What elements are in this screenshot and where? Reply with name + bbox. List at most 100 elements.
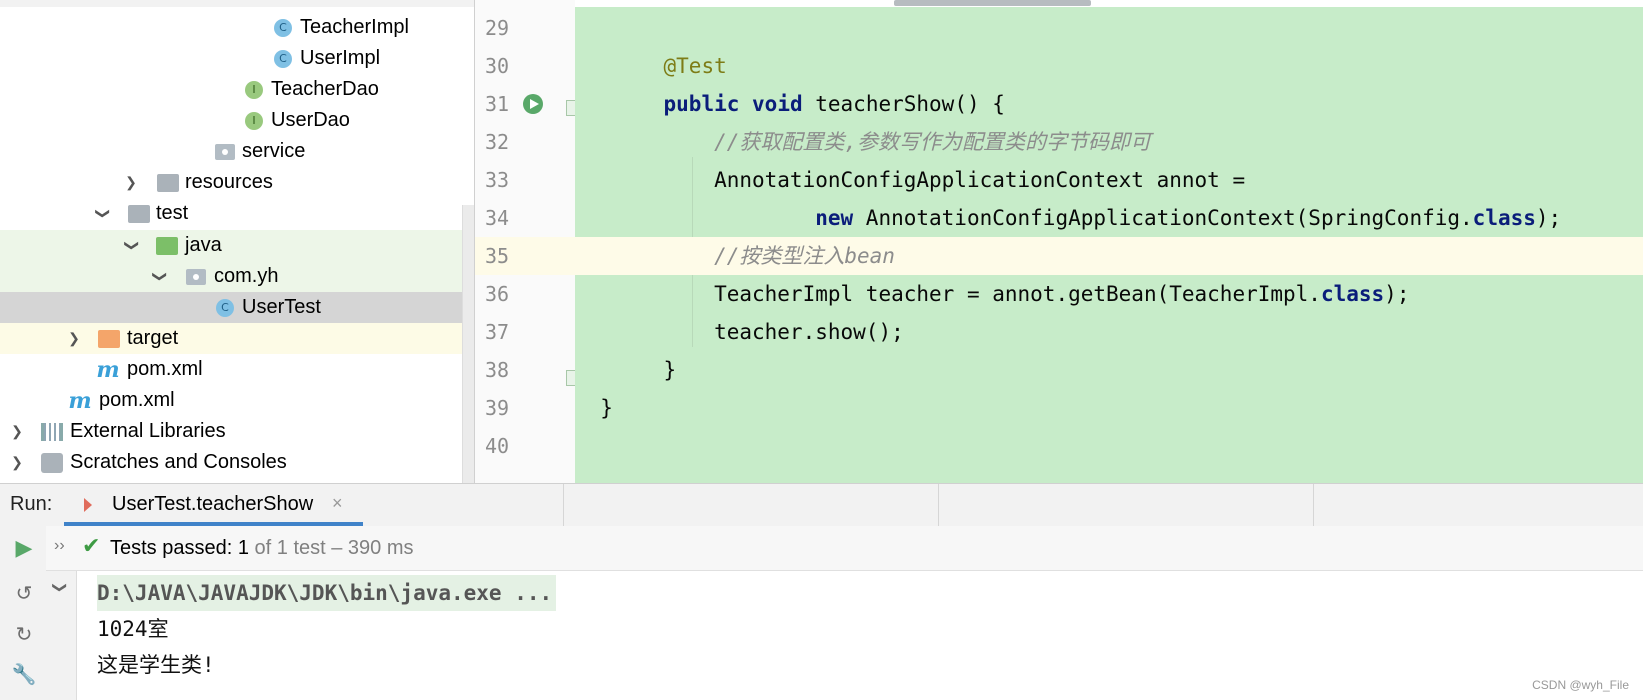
tree-item-userimpl[interactable]: C UserImpl [0,43,462,74]
keyword-token: void [752,92,803,116]
tree-item-teacherdao[interactable]: I TeacherDao [0,74,462,105]
package-icon [186,268,206,285]
settings-wrench-icon[interactable]: 🔧 [12,662,37,686]
scratches-icon [41,452,63,473]
code-token: TeacherImpl teacher = annot.getBean(Teac… [714,282,1321,306]
test-status-bar: ›› ✔ Tests passed: 1 of 1 test – 390 ms [46,526,1643,571]
console-output[interactable]: D:\JAVA\JAVAJDK\JDK\bin\java.exe ... 102… [77,571,1643,700]
folder-icon [128,204,150,223]
close-icon[interactable]: × [332,493,343,514]
libraries-icon [41,422,63,441]
tree-item-test[interactable]: ❯ test [0,198,462,229]
line-number: 39 [485,396,510,420]
code-line-33: AnnotationConfigApplicationContext annot… [575,161,1643,199]
tree-item-label: service [242,140,306,162]
chevron-right-icon[interactable]: ❯ [10,454,24,471]
chevron-right-icon[interactable]: ❯ [124,174,138,191]
chevron-down-icon[interactable]: ❯ [51,582,68,594]
line-number: 32 [485,130,510,154]
run-test-icon[interactable] [523,94,543,114]
tests-passed-label: Tests passed: 1 [110,537,249,559]
tree-item-label: pom.xml [127,358,203,380]
comment-token: //获取配置类,参数写作为配置类的字节码即可 [714,130,1152,154]
chevron-down-icon[interactable]: ❯ [124,239,141,253]
tree-item-label: Scratches and Consoles [70,451,287,473]
tree-item-label: TeacherImpl [300,16,409,38]
console-output-line: 1024室 [97,617,169,641]
tree-item-label: com.yh [214,265,279,287]
comment-token: //按类型注入bean [714,244,895,268]
console-output-line: 这是学生类! [97,653,215,677]
tree-item-label: UserTest [242,296,321,318]
tree-item-label: External Libraries [70,420,226,442]
editor-gutter[interactable]: 29 30 31 32 33 34 35 36 37 38 39 40 [475,0,575,483]
test-status-text: Tests passed: 1 of 1 test – 390 ms [110,537,414,560]
code-token: ); [1384,282,1410,306]
code-line-34: new AnnotationConfigApplicationContext(S… [575,199,1643,237]
tree-item-external-libraries[interactable]: ❯ External Libraries [0,416,462,447]
code-line-31: public void teacherShow() { [575,85,1643,123]
test-tree-collapsed: ❯ [46,571,77,700]
tree-item-java[interactable]: ❯ java [0,230,462,261]
line-number: 37 [485,320,510,344]
code-editor[interactable]: @Test public void teacherShow() { //获取配置… [575,7,1643,483]
tree-item-service[interactable]: service [0,136,462,167]
line-number: 33 [485,168,510,192]
rerun-failed-icon[interactable]: ↺ [12,581,36,605]
line-number: 38 [485,358,510,382]
chevron-right-icon[interactable]: ❯ [67,330,81,347]
code-line-37: teacher.show(); [575,313,1643,351]
tree-item-userdao[interactable]: I UserDao [0,105,462,136]
code-line-30: @Test [575,47,1643,85]
tree-item-pom-root[interactable]: m pom.xml [0,385,462,416]
watermark: CSDN @wyh_File [1532,678,1629,692]
tab-separator [563,484,564,526]
tree-item-teacherimpl[interactable]: C TeacherImpl [0,12,462,43]
tree-item-label: UserDao [271,109,350,131]
code-token: } [663,358,677,382]
excluded-folder-icon [98,329,120,348]
tree-item-target[interactable]: ❯ target [0,323,462,354]
test-run-icon [84,498,92,512]
code-line-36: TeacherImpl teacher = annot.getBean(Teac… [575,275,1643,313]
tree-item-pom-module[interactable]: m pom.xml [0,354,462,385]
chevron-down-icon[interactable]: ❯ [152,270,169,284]
tab-separator [938,484,939,526]
code-line-38: } [575,351,1643,389]
test-class-icon: C [216,298,234,317]
code-line-39: } [575,389,1643,427]
code-token: AnnotationConfigApplicationContext annot… [714,168,1246,192]
horizontal-scroll-thumb[interactable] [894,0,1091,6]
test-source-folder-icon [156,236,178,255]
line-number-current: 35 [475,237,575,275]
tree-item-usertest[interactable]: C UserTest [0,292,462,323]
keyword-token: public [663,92,740,116]
console-command-line[interactable]: D:\JAVA\JAVAJDK\JDK\bin\java.exe ... [97,575,557,611]
chevron-right-icon[interactable]: ❯ [10,423,24,440]
interface-icon: I [245,111,263,130]
code-token: } [600,396,613,420]
class-icon: C [274,49,292,68]
code-token: AnnotationConfigApplicationContext(Sprin… [853,206,1473,230]
line-number: 30 [485,54,510,78]
tab-label: UserTest.teacherShow [112,493,314,515]
keyword-token: class [1320,282,1385,306]
rerun-icon[interactable]: ▶ [12,536,36,561]
expand-icon[interactable]: ›› [54,537,65,555]
code-token: teacher.show(); [714,320,904,344]
package-icon [215,143,235,160]
maven-icon: m [96,356,120,383]
line-number: 34 [485,206,510,230]
run-label: Run: [10,493,53,515]
run-toolbar: ▶ ↺ ↻ 🔧 [0,526,47,700]
chevron-down-icon[interactable]: ❯ [95,207,112,221]
tree-item-resources[interactable]: ❯ resources [0,167,462,198]
line-number: 40 [485,434,510,458]
code-token: teacherShow() { [802,92,1005,116]
tree-item-com-yh[interactable]: ❯ com.yh [0,261,462,292]
toggle-auto-test-icon[interactable]: ↻ [12,622,36,646]
project-scrollbar[interactable] [462,205,474,483]
tab-usertest-teachershow[interactable]: UserTest.teacherShow × [64,484,363,526]
tree-item-scratches[interactable]: ❯ Scratches and Consoles [0,447,462,478]
code-line-35: //按类型注入bean [575,237,1643,275]
